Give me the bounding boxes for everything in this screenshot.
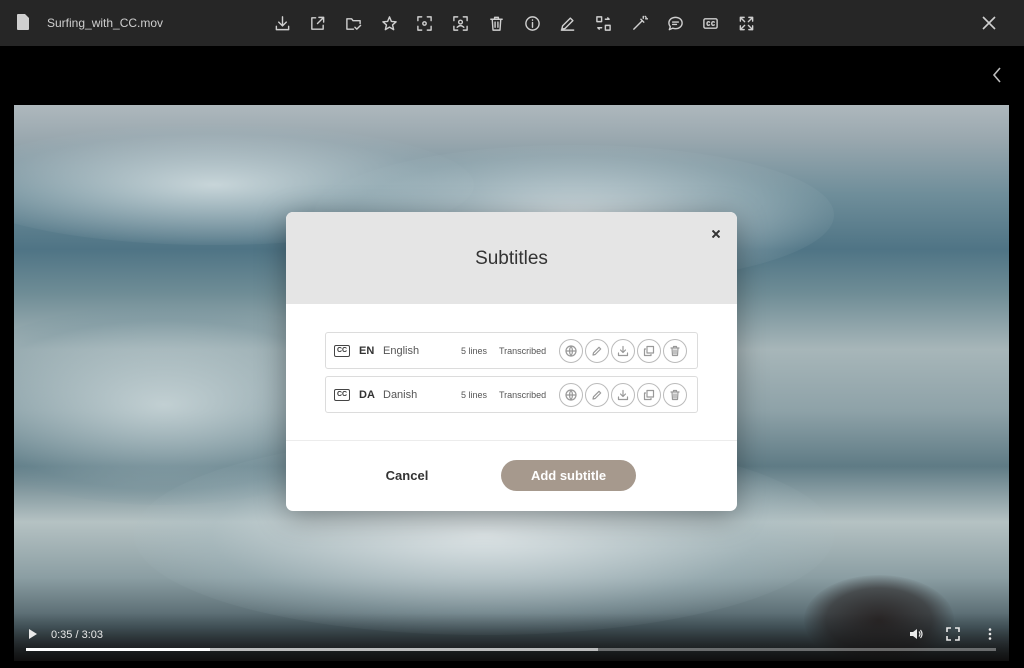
folder-check-icon[interactable]: [341, 11, 365, 35]
close-icon[interactable]: [978, 12, 1000, 34]
subtitle-row-en: CC EN English 5 lines Transcribed: [325, 332, 698, 369]
cc-badge: CC: [334, 345, 350, 357]
globe-icon[interactable]: [559, 339, 583, 363]
info-icon[interactable]: [520, 11, 544, 35]
line-count: 5 lines: [461, 346, 488, 356]
convert-icon[interactable]: [591, 11, 615, 35]
subtitle-status: Transcribed: [499, 346, 547, 356]
edit-icon[interactable]: [585, 383, 609, 407]
subtitles-dialog: Subtitles CC EN English 5 lines Transcri…: [286, 212, 737, 511]
fullscreen-icon[interactable]: [944, 625, 962, 643]
more-icon[interactable]: [981, 625, 999, 643]
dialog-title: Subtitles: [475, 248, 548, 269]
cc-icon[interactable]: [698, 11, 722, 35]
trash-icon[interactable]: [663, 383, 687, 407]
progress-bar[interactable]: [26, 648, 996, 651]
chevron-left-icon[interactable]: [988, 64, 1006, 86]
copy-icon[interactable]: [637, 383, 661, 407]
download-icon[interactable]: [611, 339, 635, 363]
top-toolbar: Surfing_with_CC.mov: [0, 0, 1024, 46]
video-controls: 0:35 / 3:03: [14, 613, 1009, 661]
cc-badge: CC: [334, 389, 350, 401]
expand-icon[interactable]: [734, 11, 758, 35]
line-count: 5 lines: [461, 390, 488, 400]
file-icon: [17, 14, 29, 30]
comment-icon[interactable]: [663, 11, 687, 35]
trash-icon[interactable]: [484, 11, 508, 35]
globe-icon[interactable]: [559, 383, 583, 407]
subtitle-status: Transcribed: [499, 390, 547, 400]
file-name: Surfing_with_CC.mov: [47, 16, 164, 30]
play-icon[interactable]: [26, 626, 40, 642]
dialog-header: Subtitles: [286, 212, 737, 304]
volume-icon[interactable]: [907, 625, 925, 643]
progress-fill: [26, 648, 211, 651]
time-display: 0:35 / 3:03: [51, 629, 103, 641]
share-icon[interactable]: [305, 11, 329, 35]
divider: [286, 440, 737, 441]
magic-wand-icon[interactable]: [627, 11, 651, 35]
edit-icon[interactable]: [585, 339, 609, 363]
language-name: English: [383, 345, 420, 357]
add-subtitle-button[interactable]: Add subtitle: [501, 460, 636, 491]
language-code: EN: [359, 345, 375, 357]
language-code: DA: [359, 389, 375, 401]
person-frame-icon[interactable]: [448, 11, 472, 35]
cancel-button[interactable]: Cancel: [367, 461, 447, 491]
trash-icon[interactable]: [663, 339, 687, 363]
subtitle-row-da: CC DA Danish 5 lines Transcribed: [325, 376, 698, 413]
download-icon[interactable]: [611, 383, 635, 407]
language-name: Danish: [383, 389, 418, 401]
copy-icon[interactable]: [637, 339, 661, 363]
download-icon[interactable]: [270, 11, 294, 35]
focus-icon[interactable]: [412, 11, 436, 35]
pen-icon[interactable]: [555, 11, 579, 35]
dialog-close-icon[interactable]: [707, 225, 725, 243]
star-icon[interactable]: [377, 11, 401, 35]
